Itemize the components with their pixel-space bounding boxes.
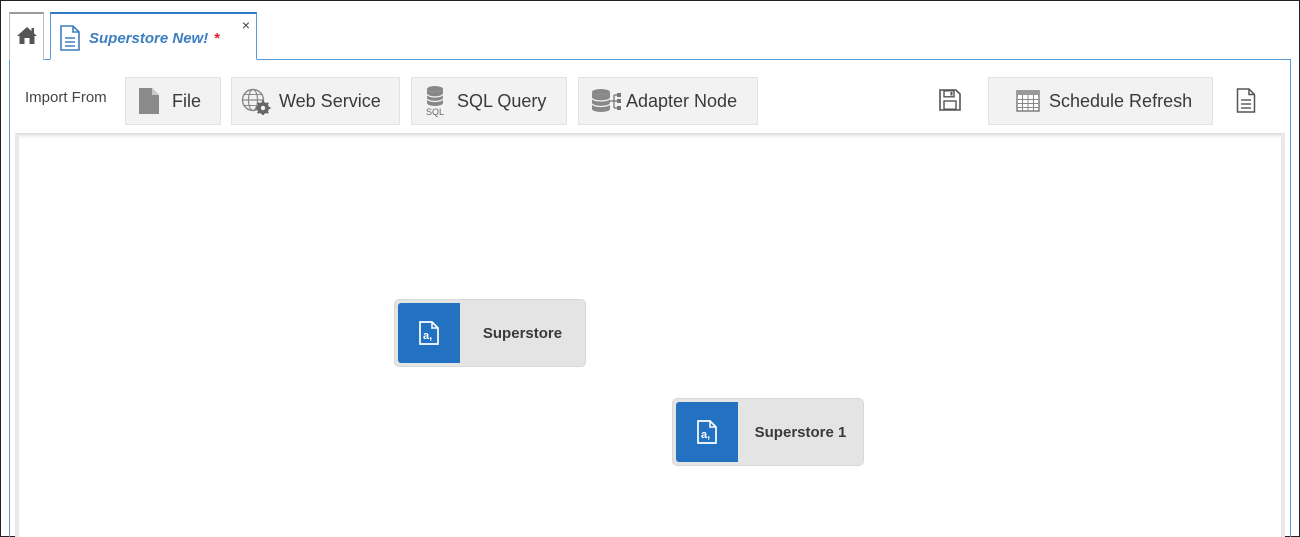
home-icon — [16, 25, 38, 50]
document-icon — [59, 25, 81, 56]
unsaved-marker: * — [214, 30, 221, 47]
tab-title-text: Superstore New! — [89, 30, 209, 47]
app-window: Superstore New! * × Import From File Web… — [0, 0, 1300, 537]
tab-title: Superstore New! * — [89, 30, 220, 47]
tab-superstore-new[interactable]: Superstore New! * × — [50, 12, 257, 60]
close-tab-button[interactable]: × — [242, 18, 250, 32]
content-panel — [9, 59, 1291, 537]
home-tab[interactable] — [9, 12, 44, 60]
